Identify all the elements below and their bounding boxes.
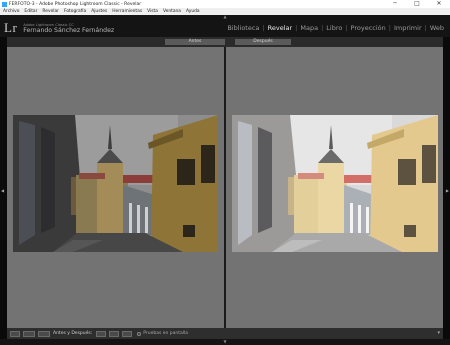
before-after-mode-label: Antes y Después:: [53, 331, 93, 336]
lr-logo: Lr: [4, 20, 18, 35]
toolbar-options-chevron-down-icon[interactable]: ▾: [437, 330, 440, 336]
after-photo[interactable]: [232, 115, 438, 252]
module-separator: |: [345, 24, 348, 32]
identity-plate: Lr Adobe Lightroom Classic CC Fernando S…: [4, 20, 114, 36]
compare-labels-bar: Antes Después: [7, 37, 443, 47]
window-controls: ─ □ ✕: [384, 0, 450, 8]
before-after-split-button[interactable]: [38, 330, 50, 337]
collapse-left-panel-icon[interactable]: ◀: [1, 188, 4, 193]
menu-ajustes[interactable]: Ajustes: [91, 9, 107, 14]
collapse-filmstrip-icon[interactable]: ▼: [222, 339, 228, 345]
menu-archivo[interactable]: Archivo: [3, 9, 19, 14]
module-picker: Biblioteca | Revelar | Mapa | Libro | Pr…: [227, 24, 444, 32]
module-revelar[interactable]: Revelar: [268, 24, 293, 32]
module-separator: |: [295, 24, 298, 32]
menu-editar[interactable]: Editar: [24, 9, 37, 14]
soft-proofing-label: Pruebas en pantalla: [143, 331, 189, 336]
collapse-right-panel-icon[interactable]: ▶: [446, 188, 449, 193]
menu-ayuda[interactable]: Ayuda: [186, 9, 200, 14]
module-libro[interactable]: Libro: [326, 24, 342, 32]
module-separator: |: [388, 24, 391, 32]
menu-herramientas[interactable]: Herramientas: [112, 9, 142, 14]
module-web[interactable]: Web: [430, 24, 444, 32]
copy-before-to-after-button[interactable]: [96, 330, 107, 337]
soft-proofing-checkbox[interactable]: [137, 331, 142, 336]
module-mapa[interactable]: Mapa: [300, 24, 318, 32]
module-imprimir[interactable]: Imprimir: [394, 24, 422, 32]
module-separator: |: [321, 24, 324, 32]
develop-toolbar: Antes y Después: Pruebas en pantalla ▾: [7, 328, 443, 339]
lightroom-app-icon: [2, 1, 7, 7]
module-separator: |: [424, 24, 427, 32]
user-name: Fernando Sánchez Fernández: [23, 26, 115, 34]
after-label: Después: [235, 39, 291, 45]
menu-vista[interactable]: Vista: [147, 9, 158, 14]
menu-fotografia[interactable]: Fotografía: [64, 9, 86, 14]
close-button[interactable]: ✕: [428, 0, 450, 8]
before-photo[interactable]: [13, 115, 218, 252]
module-separator: |: [262, 24, 265, 32]
maximize-button[interactable]: □: [406, 0, 428, 8]
minimize-button[interactable]: ─: [384, 0, 406, 8]
module-proyeccion[interactable]: Proyección: [351, 24, 386, 32]
collapse-top-panel-icon[interactable]: ▲: [222, 15, 228, 19]
menu-ventana[interactable]: Ventana: [163, 9, 181, 14]
before-label: Antes: [165, 39, 225, 45]
module-biblioteca[interactable]: Biblioteca: [227, 24, 259, 32]
copy-after-to-before-button[interactable]: [109, 330, 120, 337]
window-title: FERFOTO-3 - Adobe Photoshop Lightroom Cl…: [9, 1, 142, 7]
before-after-left-right-button[interactable]: [23, 330, 35, 337]
menu-revelar[interactable]: Revelar: [42, 9, 59, 14]
loupe-view-button[interactable]: [10, 330, 20, 337]
window-titlebar: FERFOTO-3 - Adobe Photoshop Lightroom Cl…: [0, 0, 450, 8]
compare-divider: [224, 47, 226, 328]
swap-before-after-button[interactable]: [122, 330, 133, 337]
